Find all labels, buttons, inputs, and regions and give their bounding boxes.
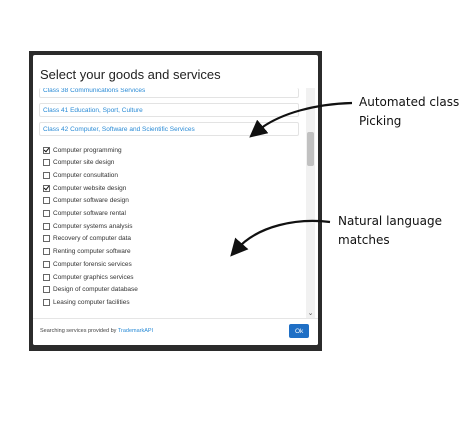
arrow-automated-class [249, 101, 353, 138]
annotation-automated-class: Automated class Picking [359, 93, 459, 131]
annotation-natural-line1: Natural language [338, 214, 442, 228]
annotation-natural-line2: matches [338, 233, 390, 247]
annotation-automated-line2: Picking [359, 114, 402, 128]
annotation-automated-line1: Automated class [359, 95, 460, 109]
annotation-arrows [230, 101, 353, 257]
arrow-natural-language [230, 219, 331, 257]
annotation-natural-language: Natural language matches [338, 212, 442, 250]
